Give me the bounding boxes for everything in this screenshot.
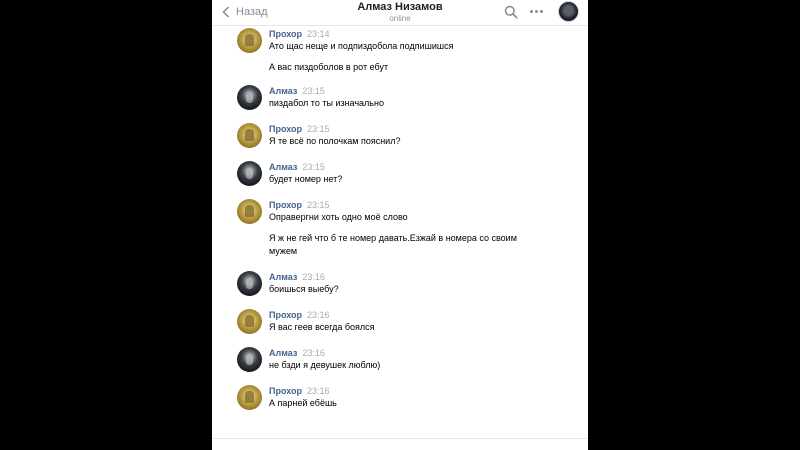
- avatar[interactable]: [237, 347, 262, 372]
- more-options-icon[interactable]: [530, 10, 543, 13]
- message-time[interactable]: 23:15: [307, 200, 330, 210]
- message-author[interactable]: Прохор: [269, 310, 302, 320]
- contact-status: online: [389, 14, 411, 23]
- avatar[interactable]: [237, 309, 262, 334]
- message-time[interactable]: 23:15: [307, 124, 330, 134]
- search-icon[interactable]: [504, 5, 518, 19]
- chat-panel: Назад Алмаз Низамов online Прохор 23:14 А…: [212, 0, 588, 450]
- avatar[interactable]: [237, 123, 262, 148]
- message-text: А вас пиздоболов в рот ебут: [269, 62, 389, 72]
- message-time[interactable]: 23:16: [307, 310, 330, 320]
- avatar[interactable]: [237, 271, 262, 296]
- message-meta: Прохор 23:16: [269, 309, 330, 321]
- message-meta: Алмаз 23:15: [269, 161, 325, 173]
- message-author[interactable]: Алмаз: [269, 348, 297, 358]
- message-text: будет номер нет?: [269, 174, 343, 184]
- message-text: А парней ебёшь: [269, 398, 337, 408]
- chat-header: Назад Алмаз Низамов online: [212, 0, 588, 26]
- message-text: не бзди я девушек люблю): [269, 360, 381, 370]
- avatar[interactable]: [237, 28, 262, 53]
- message-text: боишься выебу?: [269, 284, 339, 294]
- avatar[interactable]: [237, 85, 262, 110]
- message-meta: Алмаз 23:15: [269, 85, 325, 97]
- avatar[interactable]: [237, 199, 262, 224]
- message-meta: Прохор 23:15: [269, 123, 330, 135]
- message-author[interactable]: Прохор: [269, 386, 302, 396]
- message-author[interactable]: Алмаз: [269, 162, 297, 172]
- message-time[interactable]: 23:15: [302, 86, 325, 96]
- header-avatar[interactable]: [558, 1, 579, 22]
- message-text: Я вас геев всегда боялся: [269, 322, 375, 332]
- message-author[interactable]: Алмаз: [269, 86, 297, 96]
- message-time[interactable]: 23:16: [302, 348, 325, 358]
- message-time[interactable]: 23:14: [307, 29, 330, 39]
- message-time[interactable]: 23:16: [307, 386, 330, 396]
- message-text: Я те всё по полочкам пояснил?: [269, 136, 401, 146]
- message-meta: Прохор 23:15: [269, 199, 330, 211]
- message-author[interactable]: Прохор: [269, 29, 302, 39]
- avatar[interactable]: [237, 385, 262, 410]
- message-text: пиздабол то ты изначально: [269, 98, 384, 108]
- message-text: Оправергни хоть одно моё слово: [269, 212, 408, 222]
- avatar[interactable]: [237, 161, 262, 186]
- message-meta: Алмаз 23:16: [269, 347, 325, 359]
- message-meta: Прохор 23:14: [269, 28, 330, 40]
- message-meta: Алмаз 23:16: [269, 271, 325, 283]
- message-meta: Прохор 23:16: [269, 385, 330, 397]
- message-author[interactable]: Прохор: [269, 200, 302, 210]
- composer-divider: [212, 438, 588, 439]
- message-text: Ато щас неще и подпиздобола подпишишся: [269, 41, 454, 51]
- message-time[interactable]: 23:16: [302, 272, 325, 282]
- message-text: Я ж не гей что б те номер давать.Езжай в…: [269, 233, 520, 256]
- message-author[interactable]: Алмаз: [269, 272, 297, 282]
- message-time[interactable]: 23:15: [302, 162, 325, 172]
- message-author[interactable]: Прохор: [269, 124, 302, 134]
